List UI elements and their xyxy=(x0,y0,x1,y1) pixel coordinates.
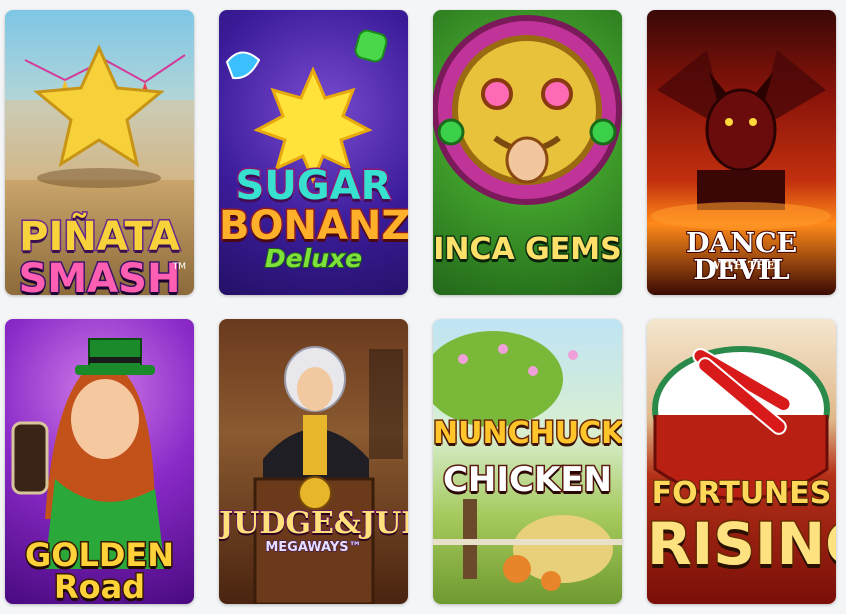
game-title-line: Deluxe xyxy=(264,244,363,273)
game-tile-sugar-bonanza-deluxe[interactable]: SUGAR BONANZA Deluxe xyxy=(219,10,408,295)
game-title-line: SMASH xyxy=(17,256,182,296)
game-title-line: CHICKEN xyxy=(441,460,613,500)
game-title-line: SUGAR xyxy=(234,163,393,209)
judge-art xyxy=(253,346,403,604)
trademark-mark: TM xyxy=(172,262,186,272)
game-tile-nunchucks-chicken[interactable]: NUNCHUCKS CHICKEN xyxy=(433,319,622,604)
game-title-line: INCA GEMS xyxy=(433,232,622,267)
game-title-line: NUNCHUCKS xyxy=(433,416,622,451)
game-title-line: GOLDEN Road xyxy=(23,536,175,605)
game-title-line: MEGAWAYS™ xyxy=(265,540,362,555)
game-tile-golden-road[interactable]: GOLDEN Road xyxy=(5,319,194,604)
game-title-line: DANCE DEVIL xyxy=(685,228,798,286)
game-title-line: BONANZA xyxy=(219,203,408,249)
game-title-line: RISING xyxy=(647,510,836,578)
game-tile-dance-with-the-devil[interactable]: DANCE DEVIL WITH THE xyxy=(647,10,836,295)
game-tile-judge-and-jury[interactable]: JUDGE&JURY MEGAWAYS™ xyxy=(219,319,408,604)
game-title-line: PIÑATA xyxy=(18,214,182,260)
game-tile-fortunes-rising[interactable]: FORTUNES RISING xyxy=(647,319,836,604)
game-title-line: WITH THE xyxy=(708,259,775,272)
game-tile-pinata-smash[interactable]: PIÑATA SMASH TM xyxy=(5,10,194,295)
game-tile-inca-gems[interactable]: INCA GEMS xyxy=(433,10,622,295)
game-title-line: JUDGE&JURY xyxy=(219,506,408,541)
game-grid: PIÑATA SMASH TM SUGAR BONANZA Deluxe INC… xyxy=(5,10,836,604)
game-title-line: FORTUNES xyxy=(651,476,833,511)
